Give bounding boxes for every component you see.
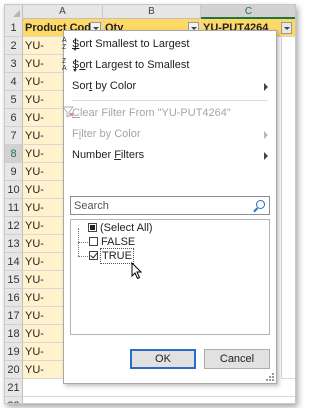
data-cell[interactable]: YU-: [23, 55, 65, 73]
filter-item-label: FALSE: [101, 236, 136, 248]
row-header[interactable]: 20: [5, 361, 23, 379]
menu-number-filters[interactable]: Number Filters: [64, 145, 276, 166]
row-header[interactable]: 2: [5, 37, 23, 55]
row-header[interactable]: 17: [5, 307, 23, 325]
row-header[interactable]: 13: [5, 235, 23, 253]
row-header[interactable]: 11: [5, 199, 23, 217]
data-cell[interactable]: YU-: [23, 145, 65, 163]
menu-item-label: Filter by Color: [72, 128, 141, 140]
data-cell[interactable]: YU-: [23, 325, 65, 343]
data-cell[interactable]: YU-: [23, 127, 65, 145]
column-c-edge: [281, 37, 295, 379]
menu-clear-filter[interactable]: Clear Filter From "YU-PUT4264": [61, 103, 276, 124]
submenu-arrow-icon: [264, 152, 268, 160]
row-header[interactable]: 8: [5, 145, 23, 163]
row-header[interactable]: 9: [5, 163, 23, 181]
menu-item-label: Sort Largest to Smallest: [72, 59, 190, 71]
menu-item-label: Clear Filter From "YU-PUT4264": [72, 107, 231, 119]
menu-item-label: Sort Smallest to Largest: [72, 38, 190, 50]
data-cell[interactable]: YU-: [23, 235, 65, 253]
column-header-c[interactable]: C: [201, 5, 295, 19]
data-cell[interactable]: YU-: [23, 361, 65, 379]
tree-line: [78, 242, 88, 243]
row-header[interactable]: 7: [5, 127, 23, 145]
data-cell[interactable]: YU-: [23, 289, 65, 307]
row-header[interactable]: 4: [5, 73, 23, 91]
checkbox-unchecked[interactable]: [89, 237, 98, 246]
checkbox-checked[interactable]: [89, 251, 98, 260]
data-cell[interactable]: YU-: [23, 37, 65, 55]
data-cell[interactable]: YU-: [23, 217, 65, 235]
data-cell[interactable]: YU-: [23, 163, 65, 181]
menu-item-label: Number Filters: [72, 149, 145, 161]
data-cell[interactable]: YU-: [23, 343, 65, 361]
row-header[interactable]: 21: [5, 379, 23, 397]
row-header[interactable]: 14: [5, 253, 23, 271]
row-header[interactable]: 15: [5, 271, 23, 289]
data-cell[interactable]: YU-: [23, 253, 65, 271]
filter-item-label: TRUE: [100, 248, 134, 264]
filter-dropdown-button-active[interactable]: [281, 22, 292, 34]
search-input[interactable]: [71, 197, 243, 214]
menu-separator: [72, 100, 268, 101]
column-header-bar: A B C: [5, 5, 295, 19]
row-header[interactable]: 16: [5, 289, 23, 307]
search-icon: [256, 200, 265, 209]
filter-values-list: (Select All) FALSE TRUE: [70, 219, 270, 335]
menu-sort-by-color[interactable]: Sort by Color: [64, 76, 276, 97]
data-cell[interactable]: YU-: [23, 271, 65, 289]
menu-sort-descending[interactable]: ZA Sort Largest to Smallest: [62, 55, 276, 76]
row-header[interactable]: 1: [5, 19, 23, 37]
column-header-a[interactable]: A: [23, 5, 103, 19]
autofilter-dropdown: AZ Sort Smallest to Largest ZA Sort Larg…: [61, 30, 277, 384]
column-header-b[interactable]: B: [103, 5, 201, 19]
submenu-arrow-icon: [264, 83, 268, 91]
row-header[interactable]: 6: [5, 109, 23, 127]
resize-grip-icon[interactable]: [266, 373, 274, 381]
row-header[interactable]: 19: [5, 343, 23, 361]
menu-filter-by-color[interactable]: Filter by Color: [64, 124, 276, 145]
row-header[interactable]: 5: [5, 91, 23, 109]
cancel-button[interactable]: Cancel: [204, 349, 270, 369]
filter-item-label: (Select All): [100, 222, 153, 234]
submenu-arrow-icon: [264, 131, 268, 139]
tree-line: [78, 256, 88, 257]
mouse-pointer-icon: [131, 262, 143, 280]
data-cell[interactable]: YU-: [23, 91, 65, 109]
menu-sort-ascending[interactable]: AZ Sort Smallest to Largest: [62, 34, 276, 55]
row-header[interactable]: 10: [5, 181, 23, 199]
row-header[interactable]: 18: [5, 325, 23, 343]
data-cell[interactable]: YU-: [23, 181, 65, 199]
menu-item-label: Sort by Color: [72, 80, 137, 92]
empty-row[interactable]: [23, 397, 295, 403]
data-cell[interactable]: YU-: [23, 199, 65, 217]
search-box[interactable]: [70, 196, 270, 215]
select-all-corner[interactable]: [5, 5, 23, 19]
ok-button[interactable]: OK: [130, 349, 196, 369]
row-header[interactable]: 3: [5, 55, 23, 73]
data-cell[interactable]: YU-: [23, 73, 65, 91]
data-cell[interactable]: YU-: [23, 307, 65, 325]
row-header[interactable]: 12: [5, 217, 23, 235]
row-header[interactable]: 22: [5, 397, 23, 403]
checkbox-partial[interactable]: [88, 223, 97, 232]
data-cell[interactable]: YU-: [23, 109, 65, 127]
